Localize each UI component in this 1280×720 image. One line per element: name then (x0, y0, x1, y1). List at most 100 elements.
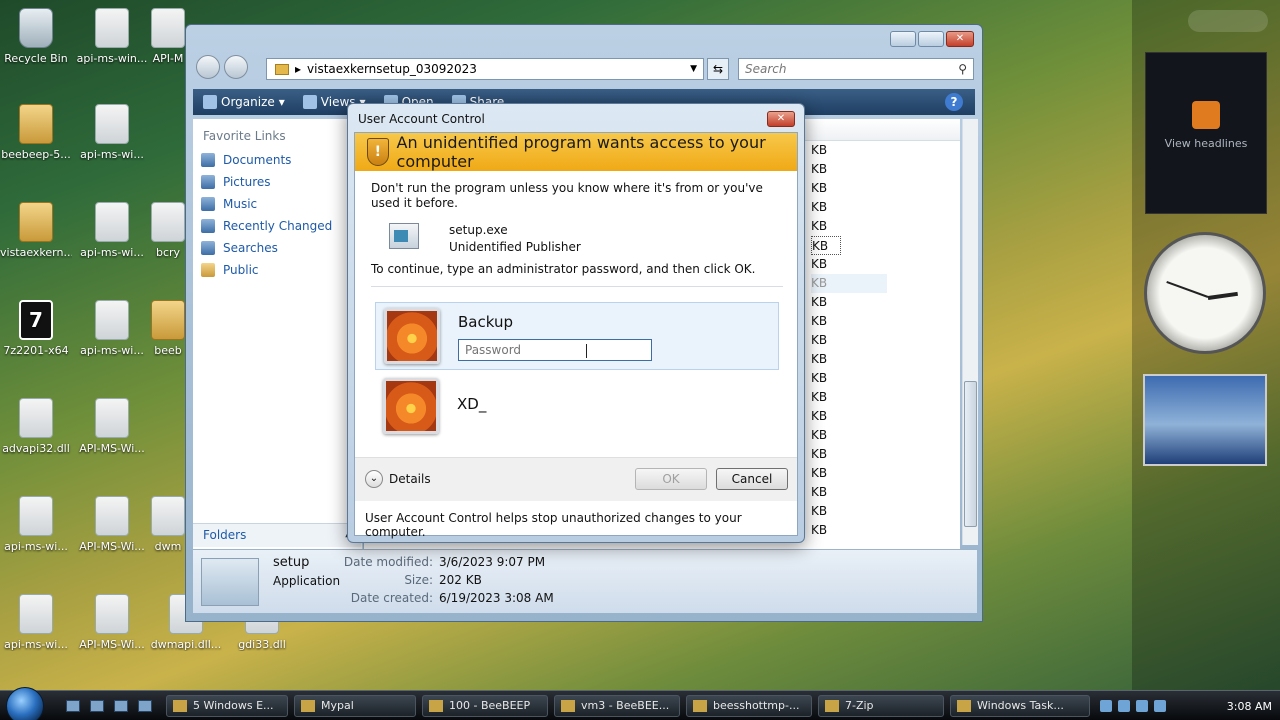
ok-button[interactable]: OK (635, 468, 707, 490)
clock-gadget[interactable] (1144, 232, 1266, 354)
folders-toggle[interactable]: Folders ▲ (193, 523, 361, 547)
back-button[interactable] (196, 55, 220, 79)
desktop-icon-file[interactable]: api-ms-win... (76, 8, 148, 65)
file-size-cell[interactable]: KB (811, 274, 887, 293)
desktop-icon-file[interactable]: API-MS-Wi... (76, 398, 148, 455)
app-tray-icon[interactable] (1154, 700, 1166, 712)
file-size-cell[interactable]: KB (811, 312, 841, 331)
desktop-icon-file[interactable]: api-ms-wi... (76, 300, 148, 357)
file-size-cell[interactable]: KB (811, 502, 841, 521)
taskbar-button-beebeep[interactable]: 100 - BeeBEEP (422, 695, 548, 717)
cancel-button[interactable]: Cancel (716, 468, 788, 490)
nav-link-label: Recently Changed (223, 219, 333, 233)
taskbar-button-vm3[interactable]: vm3 - BeeBEE... (554, 695, 680, 717)
browser-icon[interactable] (114, 700, 128, 712)
file-size-cell[interactable]: KB (811, 464, 841, 483)
file-size-cell[interactable]: KB (811, 141, 841, 160)
file-size-cell[interactable]: KB (811, 255, 841, 274)
file-size-cell[interactable]: KB (811, 293, 841, 312)
address-dropdown-icon[interactable]: ▼ (690, 64, 697, 74)
desktop-icon-recycle-bin[interactable]: Recycle Bin (0, 8, 72, 65)
file-size-cell[interactable]: KB (811, 388, 841, 407)
desktop-icon-file[interactable]: bcry (150, 202, 186, 259)
shield-tray-icon[interactable] (1118, 700, 1130, 712)
details-toggle[interactable]: ⌄ Details (365, 470, 431, 488)
account-tile-backup[interactable]: Backup (375, 302, 779, 370)
maximize-button[interactable] (918, 31, 944, 47)
quick-launch-icon[interactable] (138, 700, 152, 712)
file-size-cell[interactable]: KB (811, 217, 841, 236)
desktop-icon-folder[interactable]: beeb (150, 300, 186, 357)
volume-icon[interactable] (1136, 700, 1148, 712)
forward-button[interactable] (224, 55, 248, 79)
help-icon[interactable]: ? (945, 93, 963, 111)
taskbar-button-beesshot[interactable]: beesshottmp-... (686, 695, 812, 717)
file-size-cell[interactable]: KB (811, 407, 841, 426)
file-size-cell[interactable]: KB (811, 369, 841, 388)
desktop-icon-label: API-MS-Wi... (79, 638, 145, 651)
desktop-icon-file[interactable]: API-MS-Wi... (76, 496, 148, 553)
file-size-cell[interactable]: KB (811, 483, 841, 502)
switch-windows-icon[interactable] (90, 700, 104, 712)
password-input[interactable] (458, 339, 652, 361)
program-icon (389, 223, 419, 249)
sidebar-controls[interactable] (1188, 10, 1268, 32)
file-size-cell[interactable]: KB (811, 236, 841, 255)
desktop-icon-label: api-ms-wi... (4, 638, 68, 651)
desktop-icon-folder[interactable]: beebeep-5... (0, 104, 72, 161)
file-size-cell[interactable]: KB (811, 160, 841, 179)
nav-link-public[interactable]: Public (193, 259, 362, 281)
scrollbar-thumb[interactable] (964, 381, 977, 527)
desktop-icon-file[interactable]: dwm (150, 496, 186, 553)
file-size-cell[interactable]: KB (811, 179, 841, 198)
vertical-scrollbar[interactable] (962, 119, 978, 545)
desktop-icon-file[interactable]: API-M (150, 8, 186, 65)
instruction-text: To continue, type an administrator passw… (371, 262, 756, 276)
desktop-icon-7zip[interactable]: 7 7z2201-x64 (0, 300, 72, 357)
file-size-cell[interactable]: KB (811, 426, 841, 445)
taskbar-button-task-manager[interactable]: Windows Task... (950, 695, 1090, 717)
refresh-button[interactable]: ⇆ (707, 58, 729, 80)
desktop-icon-file[interactable]: api-ms-wi... (76, 202, 148, 259)
address-bar[interactable]: ▸ vistaexkernsetup_03092023 ▼ (266, 58, 704, 80)
nav-link-recently-changed[interactable]: Recently Changed (193, 215, 362, 237)
network-icon[interactable] (1100, 700, 1112, 712)
rss-feed-gadget[interactable]: View headlines (1145, 52, 1267, 214)
pictures-icon (201, 175, 215, 189)
file-size-cell[interactable]: KB (811, 350, 841, 369)
nav-link-documents[interactable]: Documents (193, 149, 362, 171)
taskbar-button-7zip[interactable]: 7-Zip (818, 695, 944, 717)
start-button[interactable] (6, 687, 44, 720)
minimize-button[interactable] (890, 31, 916, 47)
close-button[interactable]: ✕ (946, 31, 974, 47)
dll-file-icon (19, 496, 53, 536)
organize-button[interactable]: Organize ▾ (203, 95, 285, 109)
uac-dialog[interactable]: User Account Control ✕ ! An unidentified… (347, 103, 805, 543)
nav-link-pictures[interactable]: Pictures (193, 171, 362, 193)
show-desktop-icon[interactable] (66, 700, 80, 712)
slideshow-gadget[interactable] (1143, 374, 1267, 466)
nav-link-label: Public (223, 263, 259, 277)
desktop-icon-file[interactable]: advapi32.dll (0, 398, 72, 455)
file-size-cell[interactable]: KB (811, 445, 841, 464)
taskbar-button-mypal[interactable]: Mypal (294, 695, 416, 717)
desktop-icon-file[interactable]: api-ms-wi... (76, 104, 148, 161)
close-button[interactable]: ✕ (767, 111, 795, 127)
nav-link-searches[interactable]: Searches (193, 237, 362, 259)
desktop-icon-file[interactable]: api-ms-wi... (0, 496, 72, 553)
desktop-icon-label: advapi32.dll (2, 442, 70, 455)
desktop-icon-label: API-M (152, 52, 184, 65)
taskbar-clock[interactable]: 3:08 AM (1227, 700, 1272, 713)
desktop-icon-file[interactable]: api-ms-wi... (0, 594, 72, 651)
nav-link-music[interactable]: Music (193, 193, 362, 215)
taskbar-button-explorer[interactable]: 5 Windows E... (166, 695, 288, 717)
account-tile-xd[interactable]: XD_ (375, 373, 779, 441)
search-input[interactable]: Search ⚲ (738, 58, 974, 80)
rss-icon (1192, 101, 1220, 129)
desktop-icon-label: API-MS-Wi... (79, 442, 145, 455)
desktop-icon-folder[interactable]: vistaexkern... (0, 202, 72, 259)
file-size-cell[interactable]: KB (811, 198, 841, 217)
file-size-cell[interactable]: KB (811, 521, 841, 540)
desktop-icon-file[interactable]: API-MS-Wi... (76, 594, 148, 651)
file-size-cell[interactable]: KB (811, 331, 841, 350)
